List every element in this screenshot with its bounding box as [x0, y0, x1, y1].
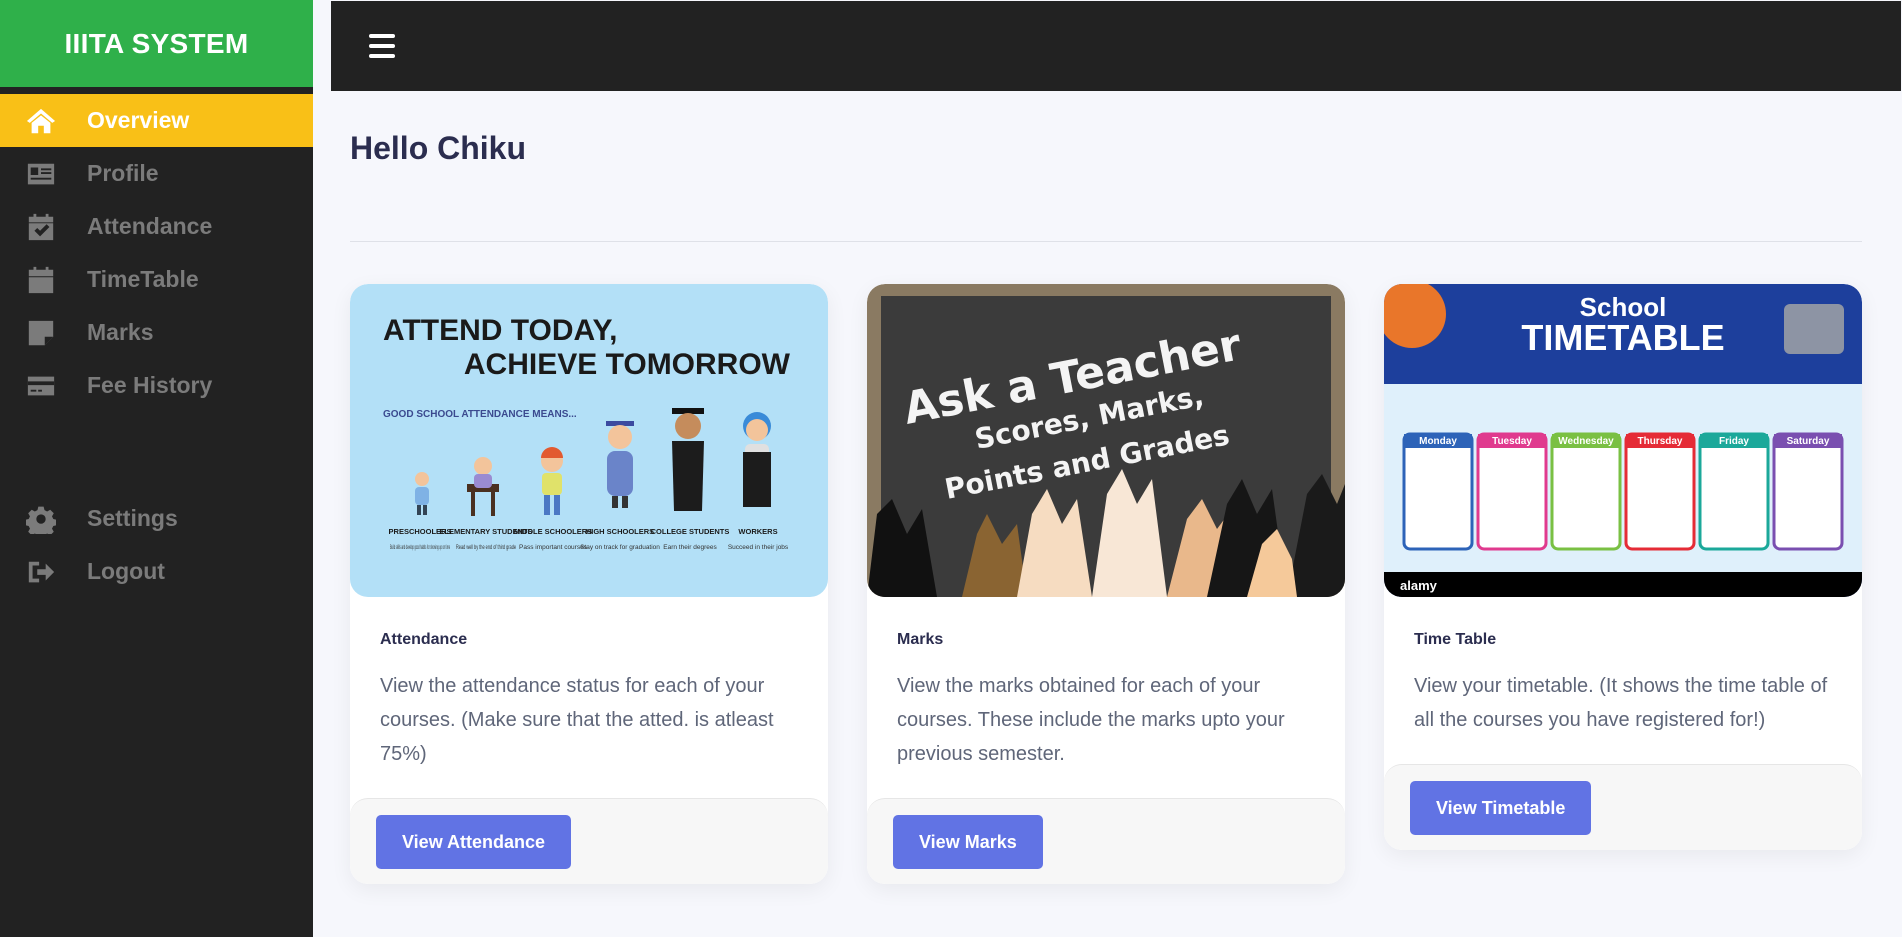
- card-text: View your timetable. (It shows the time …: [1414, 675, 1828, 731]
- page-title: Hello Chiku: [350, 130, 527, 166]
- view-marks-button[interactable]: View Marks: [893, 815, 1043, 869]
- card-title: Time Table: [1414, 631, 1497, 648]
- topbar: [331, 1, 1901, 91]
- group-desc: Pass important courses: [519, 544, 588, 551]
- calendar-check-icon: [24, 212, 58, 242]
- credit-card-icon: [24, 371, 58, 401]
- sidebar-item-overview[interactable]: Overview: [0, 94, 313, 147]
- calendar-icon: [24, 265, 58, 295]
- card-footer: View Timetable: [1384, 764, 1862, 850]
- card-body: Marks View the marks obtained for each o…: [867, 597, 1345, 771]
- brand-header: IIITA SYSTEM: [0, 0, 313, 87]
- brand-title: IIITA SYSTEM: [64, 27, 249, 59]
- marks-card-image: Ask a Teacher Scores, Marks, Points and …: [867, 284, 1345, 597]
- view-attendance-button[interactable]: View Attendance: [376, 815, 572, 869]
- card-footer: View Marks: [867, 798, 1345, 884]
- day-label: Thursday: [1637, 436, 1682, 447]
- day-label: Wednesday: [1558, 436, 1614, 447]
- sidebar-item-settings[interactable]: Settings: [0, 492, 313, 545]
- group-desc: Earn their degrees: [663, 544, 717, 551]
- id-card-icon: [24, 159, 58, 189]
- image-watermark: alamy: [1400, 578, 1438, 593]
- day-label: Friday: [1719, 436, 1749, 447]
- day-label: Saturday: [1787, 436, 1830, 447]
- marks-card: Ask a Teacher Scores, Marks, Points and …: [867, 284, 1345, 884]
- sidebar-item-label: TimeTable: [87, 266, 199, 292]
- attendance-group-labels: PRESCHOOLERS ELEMENTARY STUDENTS MIDDLE …: [389, 527, 778, 536]
- day-label: Tuesday: [1492, 436, 1532, 447]
- group-desc: Read well by the end of third grade: [456, 544, 516, 551]
- attendance-headline-2: ACHIEVE TOMORROW: [464, 348, 791, 381]
- sidebar-item-profile[interactable]: Profile: [0, 147, 313, 200]
- timetable-card-image: School TIMETABLE Monday Tuesday Wednesda…: [1384, 284, 1862, 597]
- card-text: View the attendance status for each of y…: [380, 675, 774, 765]
- view-timetable-button[interactable]: View Timetable: [1410, 781, 1592, 835]
- card-text: View the marks obtained for each of your…: [897, 675, 1285, 765]
- hamburger-menu-icon[interactable]: [369, 34, 395, 58]
- attendance-group-descriptions: Build skills and develop good habits for…: [390, 544, 789, 551]
- home-icon: [24, 106, 58, 136]
- sidebar: IIITA SYSTEM Overview Profile Attendance…: [0, 0, 313, 937]
- group-desc: Stay on track for graduation: [580, 544, 660, 551]
- sidebar-item-fee-history[interactable]: Fee History: [0, 359, 313, 412]
- timetable-image-line-2: TIMETABLE: [1521, 317, 1724, 358]
- sidebar-item-attendance[interactable]: Attendance: [0, 200, 313, 253]
- sidebar-item-label: Marks: [87, 319, 154, 345]
- sidebar-nav: Overview Profile Attendance TimeTable Ma…: [0, 94, 313, 598]
- sidebar-item-label: Settings: [87, 505, 178, 531]
- group-desc: Succeed in their jobs: [728, 544, 789, 551]
- group-name: WORKERS: [738, 527, 777, 536]
- card-footer: View Attendance: [350, 798, 828, 884]
- sidebar-item-label: Overview: [87, 107, 190, 133]
- attendance-card-image: ATTEND TODAY, ACHIEVE TOMORROW GOOD SCHO…: [350, 284, 828, 597]
- divider: [350, 241, 1862, 242]
- attendance-subhead: GOOD SCHOOL ATTENDANCE MEANS...: [383, 409, 577, 420]
- card-body: Time Table View your timetable. (It show…: [1384, 597, 1862, 737]
- gear-icon: [24, 504, 58, 534]
- sidebar-item-label: Profile: [87, 160, 159, 186]
- attendance-headline-1: ATTEND TODAY,: [383, 314, 617, 347]
- sidebar-item-label: Fee History: [87, 372, 213, 398]
- sidebar-item-label: Attendance: [87, 213, 213, 239]
- sign-out-icon: [24, 557, 58, 587]
- sidebar-item-label: Logout: [87, 558, 165, 584]
- card-title: Attendance: [380, 631, 468, 648]
- card-title: Marks: [897, 631, 944, 648]
- timetable-card: School TIMETABLE Monday Tuesday Wednesda…: [1384, 284, 1862, 850]
- group-name: MIDDLE SCHOOLERS: [514, 527, 592, 536]
- group-desc: Build skills and develop good habits for…: [390, 544, 450, 551]
- day-label: Monday: [1419, 436, 1457, 447]
- attendance-card: ATTEND TODAY, ACHIEVE TOMORROW GOOD SCHO…: [350, 284, 828, 884]
- sidebar-item-marks[interactable]: Marks: [0, 306, 313, 359]
- group-name: HIGH SCHOOLERS: [586, 527, 654, 536]
- sidebar-item-logout[interactable]: Logout: [0, 545, 313, 598]
- group-name: COLLEGE STUDENTS: [651, 527, 730, 536]
- card-body: Attendance View the attendance status fo…: [350, 597, 828, 771]
- sticky-note-icon: [24, 318, 58, 348]
- sidebar-spacer: [0, 412, 313, 492]
- sidebar-item-timetable[interactable]: TimeTable: [0, 253, 313, 306]
